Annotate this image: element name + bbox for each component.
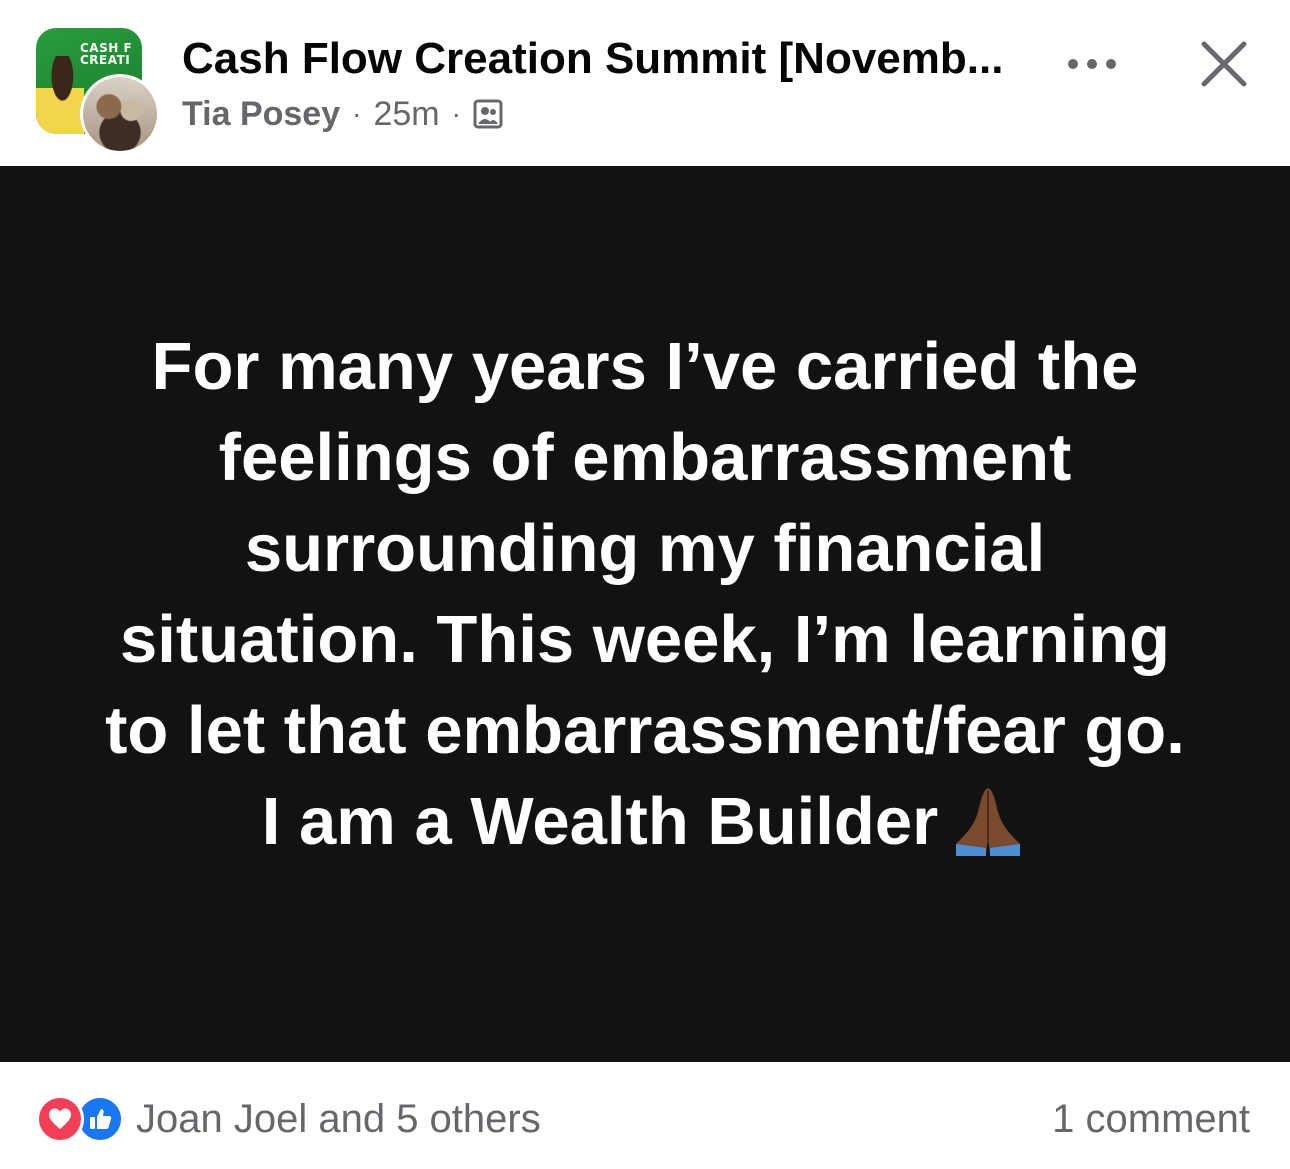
group-avatar-brand: CASH F CREATI bbox=[80, 41, 133, 67]
author-name[interactable]: Tia Posey bbox=[182, 95, 340, 134]
meta-separator: · bbox=[352, 98, 362, 129]
post-body[interactable]: For many years I’ve carried the feelings… bbox=[0, 166, 1290, 1062]
author-avatar-image bbox=[83, 77, 157, 151]
meta-separator: · bbox=[451, 98, 461, 129]
post-meta: Tia Posey · 25m · bbox=[182, 92, 503, 136]
post-header: CASH F CREATI Cash Flow Creation Summit [… bbox=[0, 0, 1290, 166]
post-text-container: For many years I’ve carried the feelings… bbox=[105, 321, 1185, 867]
post-time[interactable]: 25m bbox=[373, 95, 439, 134]
close-button[interactable] bbox=[1196, 36, 1252, 92]
group-avatar-person bbox=[36, 56, 84, 134]
author-avatar[interactable] bbox=[80, 74, 160, 154]
close-icon bbox=[1201, 41, 1247, 87]
love-reaction-icon bbox=[36, 1095, 84, 1143]
more-options-button[interactable] bbox=[1062, 44, 1122, 84]
reactions-summary[interactable]: Joan Joel and 5 others bbox=[36, 1094, 541, 1144]
group-audience-icon bbox=[473, 99, 503, 129]
more-dots-icon bbox=[1068, 59, 1116, 69]
post-footer: Joan Joel and 5 others 1 comment bbox=[0, 1062, 1290, 1169]
folded-hands-emoji-icon bbox=[948, 778, 1028, 858]
group-title[interactable]: Cash Flow Creation Summit [Novemb... bbox=[182, 34, 1032, 84]
reactions-text: Joan Joel and 5 others bbox=[136, 1096, 541, 1141]
comments-count[interactable]: 1 comment bbox=[1052, 1094, 1250, 1144]
